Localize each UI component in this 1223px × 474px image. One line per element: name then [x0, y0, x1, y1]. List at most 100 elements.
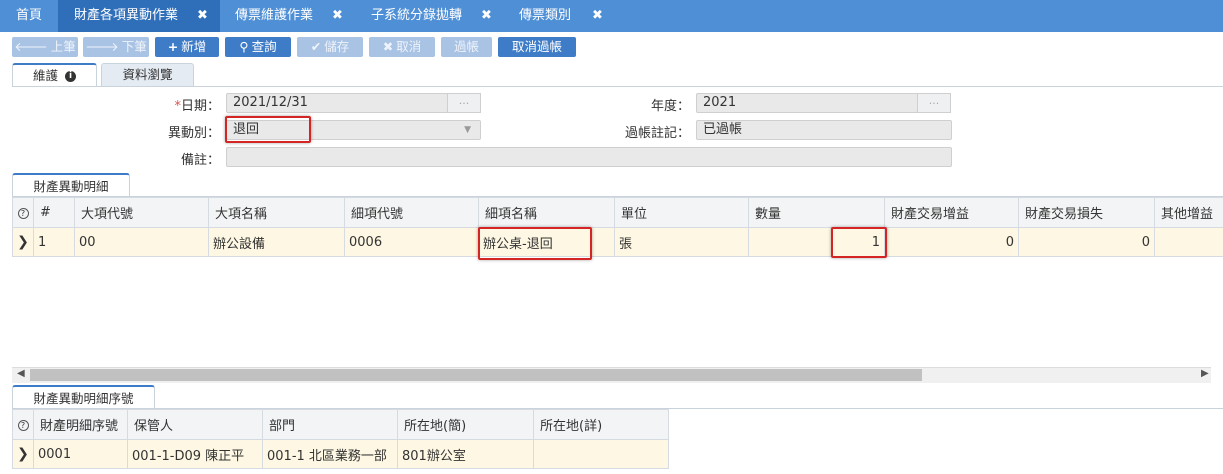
cell-gain[interactable]: 0	[884, 227, 1019, 257]
cell-unit[interactable]: 張	[614, 227, 749, 257]
arrow-right-icon: 🡒	[85, 39, 119, 54]
cell-major-name[interactable]: 辦公設備	[208, 227, 345, 257]
next-label: 下筆	[121, 39, 147, 54]
post-mark-field[interactable]: 已過帳	[696, 120, 952, 140]
tab-voucher-type-label: 傳票類別	[519, 8, 572, 23]
post-label: 過帳	[453, 39, 479, 54]
cell-keeper[interactable]: 001-1-D09 陳正平	[127, 439, 263, 469]
tab-home-label: 首頁	[15, 8, 42, 23]
note-field[interactable]	[226, 147, 952, 167]
cell-dept[interactable]: 001-1 北區業務一部	[262, 439, 398, 469]
tab-maintain[interactable]: 維護 i	[12, 63, 97, 86]
table-row[interactable]: ❯ 1 00 辦公設備 0006 辦公桌-退回 張 1 0 0	[12, 227, 1223, 257]
cell-other[interactable]	[1154, 227, 1223, 257]
scrollbar-thumb[interactable]	[30, 369, 922, 381]
tab-maintain-label: 維護	[33, 68, 59, 83]
column-header[interactable]: 保管人	[127, 409, 263, 440]
cell-major-code[interactable]: 00	[74, 227, 209, 257]
column-header[interactable]: 數量	[748, 197, 885, 228]
post-button[interactable]: 過帳	[441, 37, 492, 57]
close-icon[interactable]: ✖	[332, 0, 343, 32]
help-icon[interactable]: ?	[12, 197, 34, 228]
column-header[interactable]: 大項代號	[74, 197, 209, 228]
cell-serial[interactable]: 0001	[33, 439, 128, 469]
row-pointer-icon: ❯	[12, 439, 34, 469]
scroll-right-icon[interactable]: ▶	[1201, 368, 1209, 379]
cell-minor-code[interactable]: 0006	[344, 227, 479, 257]
column-header[interactable]: 大項名稱	[208, 197, 345, 228]
column-header[interactable]: 細項代號	[344, 197, 479, 228]
arrow-left-icon: 🡐	[14, 39, 48, 54]
table-row[interactable]: ❯ 0001 001-1-D09 陳正平 001-1 北區業務一部 801辦公室	[12, 439, 669, 469]
column-header[interactable]: 部門	[262, 409, 398, 440]
close-icon[interactable]: ✖	[197, 0, 208, 32]
tab-serial[interactable]: 財產異動明細序號	[12, 385, 155, 409]
post-mark-label: 過帳註記：	[624, 126, 690, 141]
year-picker-button[interactable]: ...	[917, 93, 951, 113]
highlight-box	[831, 227, 887, 258]
column-header[interactable]: 所在地(詳)	[533, 409, 669, 440]
highlight-box	[478, 227, 592, 260]
column-header[interactable]: 單位	[614, 197, 749, 228]
column-header[interactable]: #	[33, 197, 75, 228]
cell-loc-short[interactable]: 801辦公室	[397, 439, 534, 469]
column-header[interactable]: 其他增益	[1154, 197, 1223, 228]
note-label: 備註：	[180, 153, 220, 168]
date-label: *日期：	[140, 95, 220, 114]
column-header[interactable]: 細項名稱	[478, 197, 615, 228]
row-pointer-icon: ❯	[12, 227, 34, 257]
x-icon: ✖	[382, 39, 394, 54]
prev-button[interactable]: 🡐 上筆	[12, 37, 78, 57]
serial-header-row: ? 財產明細序號 保管人 部門 所在地(簡) 所在地(詳)	[12, 409, 669, 440]
highlight-box	[225, 116, 311, 143]
tab-asset-change[interactable]: 財產各項異動作業 ✖	[58, 0, 220, 32]
add-button[interactable]: + 新增	[155, 37, 219, 57]
column-header[interactable]: 財產明細序號	[33, 409, 128, 440]
help-icon[interactable]: ?	[12, 409, 34, 440]
date-label-text: 日期：	[180, 99, 220, 114]
year-label: 年度：	[650, 99, 690, 114]
query-button[interactable]: ⚲ 查詢	[225, 37, 291, 57]
tab-detail-label: 財產異動明細	[33, 179, 109, 194]
search-icon: ⚲	[239, 39, 249, 54]
tab-subsystem-transfer[interactable]: 子系統分錄拋轉 ✖	[350, 0, 500, 32]
close-icon[interactable]: ✖	[592, 0, 603, 32]
next-button[interactable]: 🡒 下筆	[83, 37, 149, 57]
column-header[interactable]: 財產交易增益	[884, 197, 1019, 228]
add-label: 新增	[181, 39, 207, 54]
plus-icon: +	[167, 39, 179, 54]
detail-header-row: ? # 大項代號 大項名稱 細項代號 細項名稱 單位 數量 財產交易增益 財產交…	[12, 197, 1223, 228]
cell-no[interactable]: 1	[33, 227, 75, 257]
cancel-button[interactable]: ✖ 取消	[369, 37, 435, 57]
unpost-button[interactable]: 取消過帳	[498, 37, 576, 57]
prev-label: 上筆	[50, 39, 76, 54]
scroll-left-icon[interactable]: ◀	[17, 368, 25, 379]
tab-subsystem-transfer-label: 子系統分錄拋轉	[371, 8, 463, 23]
close-icon[interactable]: ✖	[481, 0, 492, 32]
info-icon: i	[65, 71, 76, 82]
column-header[interactable]: 財產交易損失	[1018, 197, 1155, 228]
save-button[interactable]: ✔ 儲存	[297, 37, 363, 57]
cell-loss[interactable]: 0	[1018, 227, 1155, 257]
date-field[interactable]: 2021/12/31	[226, 93, 448, 113]
query-label: 查詢	[251, 39, 277, 54]
unpost-label: 取消過帳	[511, 39, 562, 54]
tab-browse-label: 資料瀏覽	[122, 67, 173, 82]
tab-home[interactable]: 首頁	[0, 0, 58, 32]
cell-loc-detail[interactable]	[533, 439, 669, 469]
cancel-label: 取消	[396, 39, 422, 54]
chevron-down-icon: ▼	[464, 125, 471, 135]
date-picker-button[interactable]: ...	[447, 93, 481, 113]
tab-browse[interactable]: 資料瀏覽	[101, 63, 194, 86]
tab-voucher-maintain[interactable]: 傳票維護作業 ✖	[220, 0, 350, 32]
serial-grid: ? 財產明細序號 保管人 部門 所在地(簡) 所在地(詳) ❯ 0001 001…	[12, 409, 669, 469]
column-header[interactable]: 所在地(簡)	[397, 409, 534, 440]
tab-divider	[12, 86, 1223, 87]
tab-detail[interactable]: 財產異動明細	[12, 173, 130, 197]
tab-voucher-type[interactable]: 傳票類別 ✖	[500, 0, 610, 32]
tab-serial-label: 財產異動明細序號	[33, 391, 134, 406]
type-label: 異動別：	[167, 126, 220, 141]
detail-grid: ? # 大項代號 大項名稱 細項代號 細項名稱 單位 數量 財產交易增益 財產交…	[12, 197, 1223, 257]
year-field[interactable]: 2021	[696, 93, 918, 113]
tab-asset-change-label: 財產各項異動作業	[74, 8, 179, 23]
